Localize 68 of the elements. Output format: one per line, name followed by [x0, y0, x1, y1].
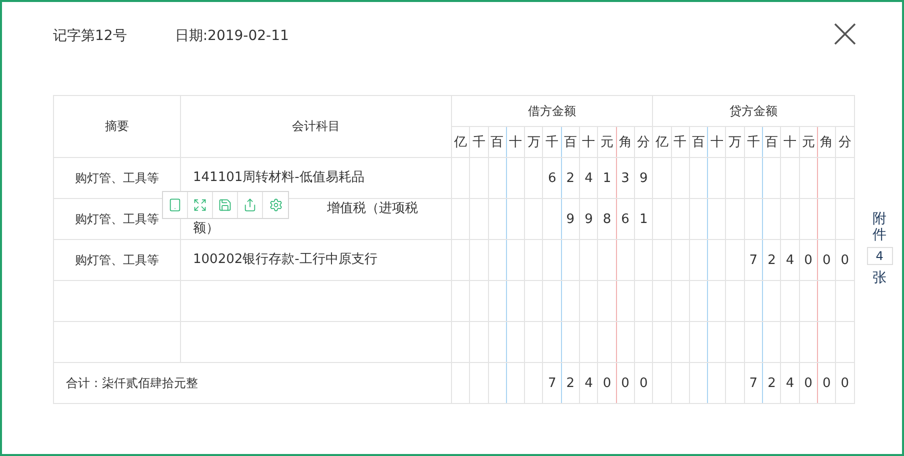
attachment-count: 4 [866, 246, 893, 265]
amount-digit: 0 [602, 376, 612, 390]
digit-unit-header: 万 [527, 135, 540, 150]
amount-digit: 7 [749, 376, 758, 390]
amount-digit: 2 [768, 376, 776, 390]
amount-digit: 2 [768, 252, 776, 268]
digit-unit-header: 百 [692, 135, 706, 150]
digit-unit-header: 角 [820, 135, 834, 150]
amount-digit: 0 [840, 376, 850, 390]
amount-digit: 1 [602, 170, 612, 186]
digit-unit-header: 亿 [454, 135, 468, 150]
amount-digit: 3 [621, 170, 630, 186]
column-header: 贷方金额 [729, 104, 778, 118]
amount-digit: 7 [548, 376, 556, 390]
amount-digit: 4 [584, 170, 593, 186]
amount-digit: 9 [639, 170, 648, 186]
summary-cell: 购灯管、工具等 [75, 252, 159, 266]
digit-unit-header: 元 [600, 135, 614, 150]
account-text: 141101周转材料-低值易耗品 [193, 169, 364, 187]
amount-digit: 6 [621, 212, 630, 226]
amount-digit: 4 [786, 376, 794, 390]
digit-unit-header: 千 [746, 135, 760, 150]
digit-unit-header: 十 [509, 135, 522, 150]
summary-cell: 购灯管、工具等 [75, 170, 159, 184]
digit-unit-header: 十 [582, 135, 596, 150]
column-header: 摘要 [105, 119, 129, 133]
digit-unit-header: 万 [728, 135, 742, 150]
voucher-date: 日期:2019-02-11 [174, 27, 289, 45]
account-text: 增值税（进项税 [327, 200, 418, 218]
digit-unit-header: 分 [838, 135, 852, 150]
amount-digit: 4 [786, 252, 794, 268]
amount-digit: 4 [584, 376, 593, 390]
account-text: 100202银行存款-工行中原支行 [193, 251, 378, 269]
summary-cell: 购灯管、工具等 [75, 212, 159, 226]
amount-digit: 0 [639, 376, 648, 390]
column-header: 会计科目 [292, 119, 340, 133]
digit-unit-header: 十 [710, 135, 724, 150]
amount-digit: 2 [566, 170, 575, 186]
amount-digit: 0 [840, 252, 850, 268]
amount-digit: 0 [822, 252, 831, 268]
amount-digit: 9 [584, 212, 593, 226]
amount-digit: 1 [639, 212, 648, 226]
digit-unit-header: 千 [674, 135, 687, 150]
amount-digit: 9 [566, 212, 575, 226]
account-text: 额） [193, 220, 219, 238]
amount-digit: 0 [621, 376, 630, 390]
digit-unit-header: 角 [618, 135, 632, 150]
amount-digit: 0 [804, 376, 812, 390]
attachment-label: 附件 [872, 212, 887, 243]
digit-unit-header: 百 [765, 135, 778, 150]
total-label: 合计：柒仟贰佰肆拾元整 [65, 375, 199, 392]
digit-unit-header: 千 [546, 135, 559, 150]
amount-digit: 7 [749, 252, 758, 268]
digit-unit-header: 元 [802, 135, 815, 150]
amount-digit: 6 [548, 170, 556, 186]
amount-digit: 2 [566, 376, 575, 390]
digit-unit-header: 分 [637, 135, 650, 150]
amount-digit: 0 [804, 252, 812, 268]
column-header: 借方金额 [528, 104, 576, 118]
amount-digit: 8 [602, 212, 612, 226]
voucher-number: 记字第12号 [53, 27, 127, 45]
digit-unit-header: 百 [564, 135, 577, 150]
digit-unit-header: 千 [472, 135, 486, 150]
digit-unit-header: 十 [784, 135, 796, 150]
digit-unit-header: 亿 [655, 135, 668, 150]
attachment-unit: 张 [872, 268, 887, 287]
amount-digit: 0 [822, 376, 831, 390]
digit-unit-header: 百 [490, 135, 504, 150]
